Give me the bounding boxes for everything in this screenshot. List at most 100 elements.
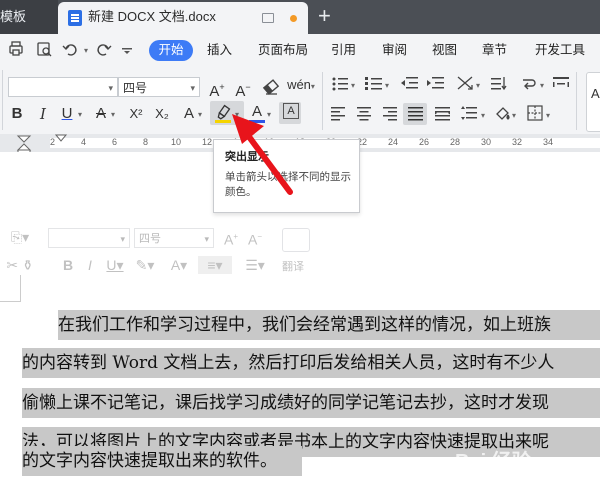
ruler-tick-label: 28	[450, 137, 461, 147]
ribbon-separator	[576, 72, 577, 130]
menu-tab-references[interactable]: 引用	[331, 34, 356, 66]
chevron-down-icon: ▾	[108, 83, 113, 93]
more-icon[interactable]	[122, 48, 132, 54]
mini-bold-button[interactable]: B	[60, 256, 76, 274]
font-size-select[interactable]: 四号 ▾	[118, 77, 200, 97]
tab-document-label: 新建 DOCX 文档.docx	[88, 9, 216, 24]
mini-underline-button[interactable]: U▾	[104, 256, 126, 274]
screen-icon[interactable]	[262, 13, 274, 23]
mini-font-size-select[interactable]: 四号 ▾	[134, 228, 214, 248]
text-line[interactable]: 在我们工作和学习过程中，我们会经常遇到这样的情况，如上班族	[58, 310, 600, 340]
quick-access-toolbar: ▾	[9, 41, 132, 57]
shrink-font-button[interactable]: A−	[232, 77, 254, 102]
text-effects-button[interactable]: A	[178, 104, 200, 124]
mini-highlight-button[interactable]: ✎▾	[130, 256, 160, 274]
ruler-tick-label: 12	[202, 137, 213, 147]
mini-shrink-font-button[interactable]: A−	[244, 228, 266, 249]
ruler-tick-label: 26	[419, 137, 430, 147]
ruler-tick-label: 4	[81, 137, 87, 147]
paragraph-group: ▾ ▾ ▾ ▾ ▾ ▾ ▾	[331, 76, 569, 125]
tab-template[interactable]: 模板	[0, 0, 58, 34]
mini-format-painter-icon[interactable]: ✂ ⚱	[0, 256, 40, 274]
document-icon	[68, 10, 82, 26]
menu-tab-review[interactable]: 审阅	[382, 34, 407, 66]
unsaved-dot-icon	[290, 15, 297, 22]
ruler-tick-label: 24	[388, 137, 399, 147]
menu-tab-section[interactable]: 章节	[482, 34, 507, 66]
underline-dropdown-icon[interactable]: ▾	[78, 110, 82, 119]
eraser-icon[interactable]	[262, 78, 280, 96]
text-direction-icon[interactable]	[457, 76, 473, 90]
text-effects-dropdown-icon[interactable]: ▾	[198, 110, 202, 119]
tab-template-label: 模板	[0, 9, 27, 24]
italic-button[interactable]: I	[34, 104, 52, 124]
numbered-list-icon[interactable]	[365, 77, 382, 90]
align-right-icon[interactable]	[383, 107, 397, 121]
text-line[interactable]: 的内容转到 Word 文档上去，然后打印后发给相关人员，这时有不少人	[22, 348, 600, 378]
align-center-icon[interactable]	[357, 107, 371, 121]
page-corner-mark	[0, 275, 21, 302]
chevron-down-icon: ▾	[190, 83, 195, 93]
mini-italic-button[interactable]: I	[82, 256, 98, 274]
menu-tab-developer[interactable]: 开发工具	[535, 34, 585, 66]
distributed-align-icon[interactable]	[435, 107, 450, 121]
paragraph-spacing-icon[interactable]	[461, 106, 477, 120]
strikethrough-button[interactable]: A	[92, 104, 110, 124]
increase-indent-icon[interactable]	[427, 77, 444, 89]
strikethrough-dropdown-icon[interactable]: ▾	[111, 110, 115, 119]
show-hide-marks-icon[interactable]	[553, 77, 569, 87]
font-name-select[interactable]: ▾	[8, 77, 118, 97]
decrease-indent-icon[interactable]	[401, 77, 418, 89]
subscript-button[interactable]: X₂	[150, 104, 174, 124]
ruler-tick-label: 2	[50, 137, 56, 147]
mini-font-name-select[interactable]: ▾	[48, 228, 130, 248]
watermark-url: jingyan.baidu.com	[496, 478, 561, 487]
redo-icon[interactable]	[97, 44, 112, 56]
watermark: Bai 经验	[455, 451, 532, 473]
bullet-list-icon[interactable]	[332, 77, 349, 91]
superscript-button[interactable]: X²	[124, 104, 148, 124]
ruler-tick-label: 32	[512, 137, 523, 147]
mini-translate-label[interactable]: 翻译	[282, 258, 304, 274]
menu-tab-page-layout[interactable]: 页面布局	[258, 34, 308, 66]
styles-gallery[interactable]	[586, 72, 600, 132]
svg-text:▾: ▾	[540, 81, 544, 90]
new-tab-button[interactable]: +	[318, 4, 331, 28]
shading-icon[interactable]	[496, 107, 510, 120]
mini-font-color-button[interactable]: A▾	[164, 256, 194, 274]
mini-grow-font-button[interactable]: A+	[220, 228, 242, 249]
phonetic-guide-button[interactable]: wén▾	[286, 75, 316, 97]
ruler-tick-label: 10	[171, 137, 182, 147]
mini-bullets-button[interactable]: ☰▾	[240, 256, 270, 274]
tab-document[interactable]: 新建 DOCX 文档.docx	[58, 2, 308, 34]
undo-icon[interactable]	[62, 44, 77, 56]
svg-text:▾: ▾	[385, 81, 389, 90]
ruler-tick-label: 8	[143, 137, 149, 147]
print-preview-icon[interactable]	[37, 42, 52, 57]
align-left-icon[interactable]	[331, 107, 345, 121]
svg-text:▾: ▾	[481, 111, 485, 120]
svg-text:▾: ▾	[546, 111, 550, 120]
mini-translate-icon[interactable]	[282, 228, 310, 252]
undo-dropdown-icon[interactable]: ▾	[84, 46, 88, 55]
font-size-value: 四号	[123, 81, 148, 95]
menu-tab-home[interactable]: 开始	[149, 40, 193, 61]
print-icon[interactable]	[9, 41, 23, 56]
ruler-tick-label: 34	[543, 137, 554, 147]
bold-button[interactable]: B	[8, 104, 26, 124]
text-line[interactable]: 偷懒上课不记笔记，课后找学习成绩好的同学记笔记去抄，这时才发现	[22, 388, 600, 418]
grow-font-button[interactable]: A+	[206, 77, 228, 102]
text-line[interactable]: 的文字内容快速提取出来的软件。	[22, 446, 302, 476]
floating-mini-toolbar: ⎘▾ ▾ 四号 ▾ A+ A− ✂ ⚱ B I U▾ ✎▾ A▾ ≡▾ ☰▾ 翻译	[0, 222, 325, 280]
borders-icon[interactable]	[527, 105, 543, 121]
svg-text:▾: ▾	[351, 81, 355, 90]
mini-align-button[interactable]: ≡▾	[198, 256, 232, 274]
mini-paste-icon[interactable]: ⎘▾	[0, 228, 40, 246]
underline-button[interactable]: U	[58, 104, 76, 124]
line-spacing-icon[interactable]	[523, 79, 536, 90]
mini-font-size-value: 四号	[139, 233, 161, 245]
menu-tab-view[interactable]: 视图	[432, 34, 457, 66]
sort-icon[interactable]	[491, 77, 507, 91]
menu-tab-insert[interactable]: 插入	[207, 34, 232, 66]
justify-selected-bg	[403, 103, 427, 125]
